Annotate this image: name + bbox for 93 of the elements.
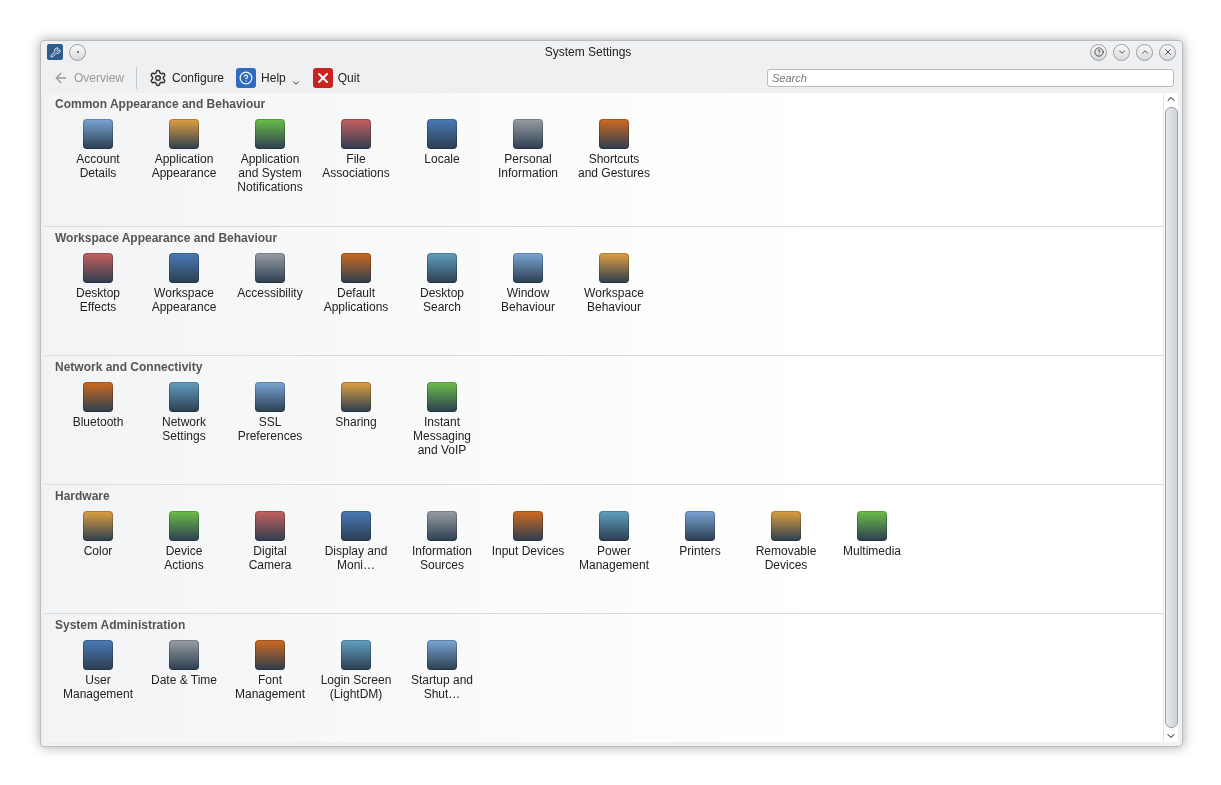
- module-label[interactable]: Color: [61, 543, 135, 558]
- module-label[interactable]: Device Actions: [147, 543, 221, 572]
- module-icon: [169, 510, 199, 541]
- module-label[interactable]: Account Details: [61, 152, 135, 180]
- module-icon: [427, 381, 457, 412]
- module-icon: [599, 252, 629, 283]
- category-title: System Administration: [55, 618, 187, 632]
- module-icon: [599, 119, 629, 149]
- module-label[interactable]: Default Applications: [319, 285, 393, 314]
- module-icon: [169, 381, 199, 412]
- module-label[interactable]: Information Sources: [405, 543, 479, 572]
- dropdown-caret-icon: [290, 78, 301, 88]
- module-icon: [255, 119, 285, 149]
- module-label[interactable]: Removable Devices: [749, 543, 823, 572]
- module-icon: [427, 640, 457, 670]
- module-icon: [169, 252, 199, 283]
- module-icon: [255, 510, 285, 541]
- module-label[interactable]: Accessibility: [233, 285, 307, 300]
- close-icon: [312, 68, 333, 88]
- category-title: Common Appearance and Behaviour: [55, 97, 267, 111]
- module-label[interactable]: Bluetooth: [61, 414, 135, 429]
- module-icon: [685, 510, 715, 541]
- module-label[interactable]: Sharing: [319, 414, 393, 429]
- wrench-icon: [47, 44, 63, 60]
- module-icon: [169, 640, 199, 670]
- module-icon: [513, 510, 543, 541]
- chevron-down-icon: [1116, 47, 1127, 57]
- module-label[interactable]: Desktop Effects: [61, 285, 135, 314]
- close-button[interactable]: [1159, 43, 1176, 61]
- module-label[interactable]: Font Management: [233, 673, 307, 701]
- module-label[interactable]: Startup and Shut…: [405, 673, 479, 701]
- search-field[interactable]: Search: [767, 69, 1174, 87]
- help-button[interactable]: [1090, 43, 1107, 61]
- module-icon: [255, 252, 285, 283]
- close-icon: [1162, 47, 1173, 57]
- category-title: Workspace Appearance and Behaviour: [55, 230, 279, 245]
- module-label[interactable]: Multimedia: [835, 543, 909, 558]
- window-menu-button[interactable]: [69, 43, 86, 61]
- module-label[interactable]: Digital Camera: [233, 543, 307, 572]
- module-icon: [341, 119, 371, 149]
- module-icon: [83, 510, 113, 541]
- category-title: Hardware: [55, 488, 111, 503]
- module-label[interactable]: Workspace Behaviour: [577, 285, 651, 314]
- module-icon: [341, 510, 371, 541]
- module-icon: [255, 381, 285, 412]
- module-icon: [427, 119, 457, 149]
- module-label[interactable]: Network Settings: [147, 414, 221, 443]
- module-label[interactable]: Application Appearance: [147, 152, 221, 180]
- module-icon: [771, 510, 801, 541]
- module-label[interactable]: SSL Preferences: [233, 414, 307, 443]
- help-icon: [1093, 47, 1104, 57]
- module-icon: [341, 252, 371, 283]
- module-label[interactable]: Workspace Appearance: [147, 285, 221, 314]
- module-icon: [83, 640, 113, 670]
- chevron-up-icon: [1139, 47, 1150, 57]
- module-icon: [857, 510, 887, 541]
- module-icon: [83, 381, 113, 412]
- module-label[interactable]: Display and Moni…: [319, 543, 393, 572]
- module-label[interactable]: Locale: [405, 152, 479, 166]
- module-label[interactable]: Shortcuts and Gestures: [577, 152, 651, 180]
- toolbar-button[interactable]: Help: [232, 65, 305, 91]
- window-title: System Settings: [543, 45, 633, 59]
- module-label[interactable]: Date & Time: [147, 673, 221, 687]
- toolbar-button[interactable]: Configure: [145, 66, 229, 90]
- module-label[interactable]: Personal Information: [491, 152, 565, 180]
- module-icon: [341, 640, 371, 670]
- settings-icon: [149, 69, 167, 87]
- module-icon: [169, 119, 199, 149]
- maximize-button[interactable]: [1136, 43, 1153, 61]
- module-label[interactable]: Login Screen (LightDM): [319, 673, 393, 701]
- scrollbar[interactable]: [1163, 93, 1178, 742]
- module-label[interactable]: Input Devices: [491, 543, 565, 558]
- module-icon: [599, 510, 629, 541]
- module-label[interactable]: Power Management: [577, 543, 651, 572]
- module-label[interactable]: Application and System Notifications: [233, 152, 307, 194]
- module-label[interactable]: Instant Messaging and VoIP: [405, 414, 479, 457]
- minimize-button[interactable]: [1113, 43, 1130, 61]
- module-label[interactable]: Desktop Search: [405, 285, 479, 314]
- module-label[interactable]: Window Behaviour: [491, 285, 565, 314]
- module-label[interactable]: File Associations: [319, 152, 393, 180]
- module-label[interactable]: User Management: [61, 673, 135, 701]
- module-icon: [427, 252, 457, 283]
- module-icon: [427, 510, 457, 541]
- module-label[interactable]: Printers: [663, 543, 737, 558]
- module-icon: [255, 640, 285, 670]
- module-icon: [83, 119, 113, 149]
- module-icon: [83, 252, 113, 283]
- module-icon: [513, 252, 543, 283]
- category-title: Network and Connectivity: [55, 359, 204, 374]
- toolbar-button[interactable]: Quit: [308, 65, 364, 91]
- module-icon: [341, 381, 371, 412]
- help-icon: [236, 68, 257, 88]
- module-icon: [513, 119, 543, 149]
